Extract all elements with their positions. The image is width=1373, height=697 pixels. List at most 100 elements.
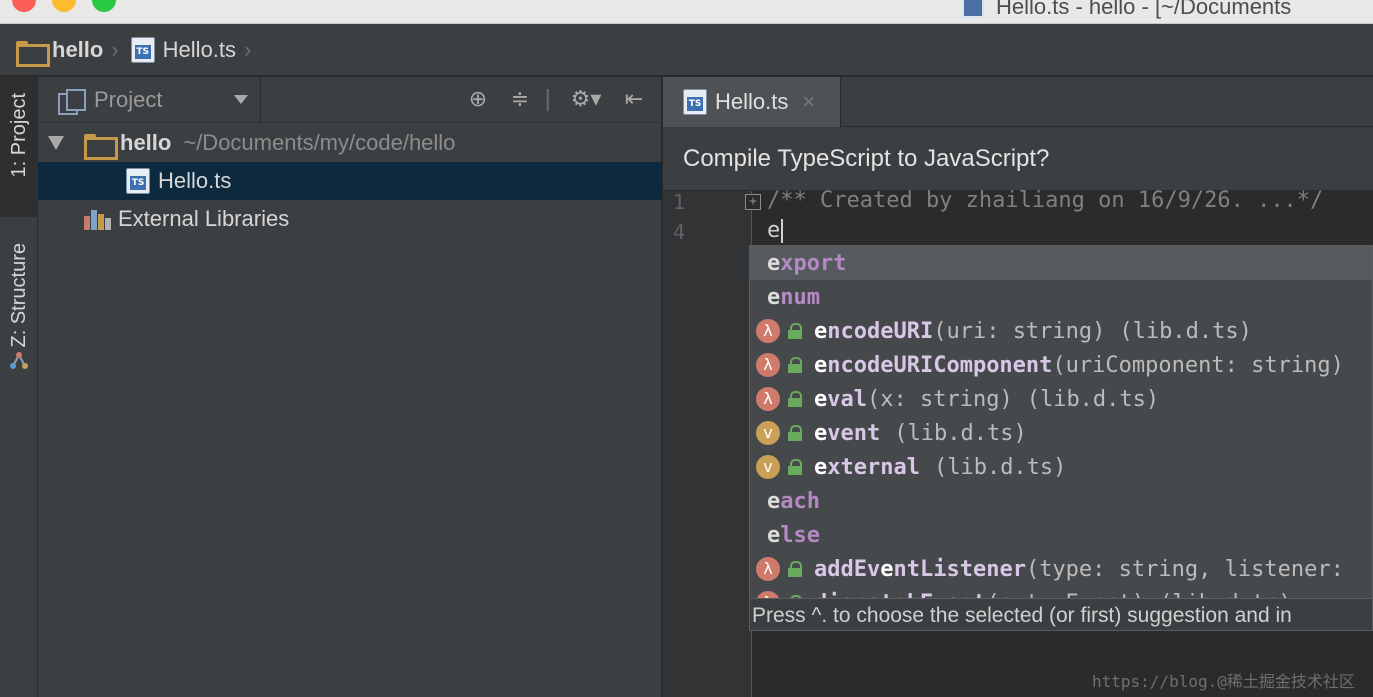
structure-icon	[10, 352, 28, 370]
lock-icon	[788, 323, 802, 339]
completion-keyword: export	[767, 250, 847, 276]
lock-icon	[788, 357, 802, 373]
completion-signature: (x: string)	[867, 386, 1013, 412]
line-number: 1	[673, 190, 686, 214]
expand-arrow-icon[interactable]	[48, 136, 64, 150]
toolbar-divider	[260, 77, 261, 123]
folder-icon	[16, 39, 50, 67]
gear-icon[interactable]: ⚙▾	[566, 88, 606, 112]
tree-item-file[interactable]: Hello.ts	[38, 162, 662, 200]
tree-external-label: External Libraries	[118, 206, 290, 231]
completion-keyword-rest: num	[780, 284, 820, 310]
breadcrumb-project-label: hello	[52, 36, 104, 62]
close-window-button[interactable]	[12, 0, 36, 12]
completion-hint-text: Press ^. to choose the selected (or firs…	[752, 603, 1292, 627]
completion-item[interactable]: export	[750, 246, 1372, 280]
banner-text: Compile TypeScript to JavaScript?	[683, 144, 1050, 172]
function-icon: λ	[756, 353, 780, 377]
completion-source: (lib.d.ts)	[933, 454, 1067, 480]
completion-item[interactable]: else	[750, 518, 1372, 552]
variable-icon: v	[756, 421, 780, 445]
tab-hello-ts[interactable]: Hello.ts ×	[663, 77, 841, 127]
window-titlebar: Hello.ts - hello - [~/Documents	[0, 0, 1373, 24]
compile-notification-banner: Compile TypeScript to JavaScript?	[663, 127, 1373, 191]
fold-expand-icon[interactable]: +	[745, 194, 761, 210]
completion-item[interactable]: λ addEventListener (type: string, listen…	[750, 552, 1372, 586]
completion-signature: (type: string, listener:	[1025, 556, 1344, 582]
completion-signature: (uri: string)	[933, 318, 1106, 344]
breadcrumb-file-label: Hello.ts	[162, 36, 237, 62]
breadcrumb-project[interactable]: hello	[16, 36, 104, 67]
typescript-file-icon	[126, 168, 150, 194]
watermark: https://blog.@稀土掘金技术社区	[1092, 672, 1355, 691]
completion-name: encodeURIComponent	[814, 352, 1053, 378]
line-number-gutter	[663, 191, 751, 697]
completion-item[interactable]: λ encodeURIComponent (uriComponent: stri…	[750, 348, 1372, 382]
completion-list: export enum λ encodeURI (uri: string) (l…	[750, 246, 1372, 601]
tree-item-root[interactable]: hello ~/Documents/my/code/hello	[38, 124, 662, 162]
completion-keyword: enum	[767, 284, 820, 310]
locate-icon[interactable]: ⊕	[466, 88, 490, 112]
tab-label: Hello.ts	[715, 89, 789, 114]
chevron-right-icon: ›	[244, 36, 252, 62]
project-panel-toolbar: Project ⊕ ≑ | ⚙▾ ⇤	[38, 77, 661, 123]
tree-root-name: hello	[120, 130, 172, 155]
chevron-right-icon: ›	[111, 36, 119, 62]
completion-item[interactable]: λ encodeURI (uri: string) (lib.d.ts)	[750, 314, 1372, 348]
completion-keyword-rest: ach	[780, 488, 820, 514]
lock-icon	[788, 425, 802, 441]
project-panel: Project ⊕ ≑ | ⚙▾ ⇤ hello ~/Documents/my/…	[38, 77, 662, 697]
chevron-down-icon[interactable]	[234, 95, 248, 104]
breadcrumb-file[interactable]: Hello.ts	[130, 36, 237, 63]
typed-text: e	[767, 218, 781, 243]
typescript-file-icon	[130, 36, 155, 63]
completion-item[interactable]: enum	[750, 280, 1372, 314]
tree-item-external-libraries[interactable]: External Libraries	[38, 200, 662, 238]
completion-item[interactable]: λ eval (x: string) (lib.d.ts)	[750, 382, 1372, 416]
editor-tab-bar: Hello.ts ×	[663, 77, 1373, 127]
close-icon[interactable]: ×	[802, 89, 815, 115]
completion-source: (lib.d.ts)	[1119, 318, 1252, 344]
completion-item[interactable]: each	[750, 484, 1372, 518]
project-tool-tab-label: 1: Project	[7, 93, 30, 178]
hide-panel-icon[interactable]: ⇤	[622, 88, 646, 112]
tree-file-name: Hello.ts	[158, 168, 232, 193]
project-view-selector[interactable]: Project	[94, 87, 162, 113]
completion-name: addEventListener	[814, 556, 1026, 582]
collapse-all-icon[interactable]: ≑	[508, 88, 532, 112]
minimize-window-button[interactable]	[52, 0, 76, 12]
lock-icon	[788, 391, 802, 407]
lock-icon	[788, 459, 802, 475]
lock-icon	[788, 561, 802, 577]
code-line-comment[interactable]: /** Created by zhailiang on 16/9/26. ...…	[767, 188, 1323, 213]
app-file-icon	[962, 0, 984, 18]
function-icon: λ	[756, 387, 780, 411]
completion-source: (lib.d.ts)	[1026, 386, 1160, 412]
tree-root-path: ~/Documents/my/code/hello	[183, 130, 456, 155]
function-icon: λ	[756, 557, 780, 581]
folder-icon	[84, 132, 118, 160]
completion-popup: export enum λ encodeURI (uri: string) (l…	[749, 245, 1373, 631]
window-title: Hello.ts - hello - [~/Documents	[996, 0, 1292, 19]
completion-signature: (uriComponent: string)	[1052, 352, 1344, 378]
completion-hint-footer: Press ^. to choose the selected (or firs…	[750, 598, 1372, 630]
completion-name: encodeURI	[814, 318, 934, 344]
structure-tool-tab[interactable]: Z: Structure	[0, 237, 38, 407]
typescript-file-icon	[683, 89, 707, 115]
zoom-window-button[interactable]	[92, 0, 116, 12]
completion-keyword-rest: xport	[780, 250, 847, 276]
completion-keyword: each	[767, 488, 820, 514]
completion-name: external	[814, 454, 920, 480]
tool-window-stripe: 1: Project Z: Structure	[0, 77, 38, 697]
completion-item[interactable]: v external (lib.d.ts)	[750, 450, 1372, 484]
completion-source: (lib.d.ts)	[894, 420, 1027, 446]
completion-name: event	[814, 420, 881, 446]
completion-item[interactable]: v event (lib.d.ts)	[750, 416, 1372, 450]
structure-tool-tab-label: Z: Structure	[7, 243, 30, 348]
project-tool-tab[interactable]: 1: Project	[0, 77, 38, 217]
completion-name: eval	[814, 386, 867, 412]
line-number: 4	[673, 220, 686, 244]
text-caret	[781, 219, 784, 243]
code-line-current[interactable]: e	[767, 218, 784, 243]
navigation-bar: hello › Hello.ts ›	[0, 24, 1373, 76]
